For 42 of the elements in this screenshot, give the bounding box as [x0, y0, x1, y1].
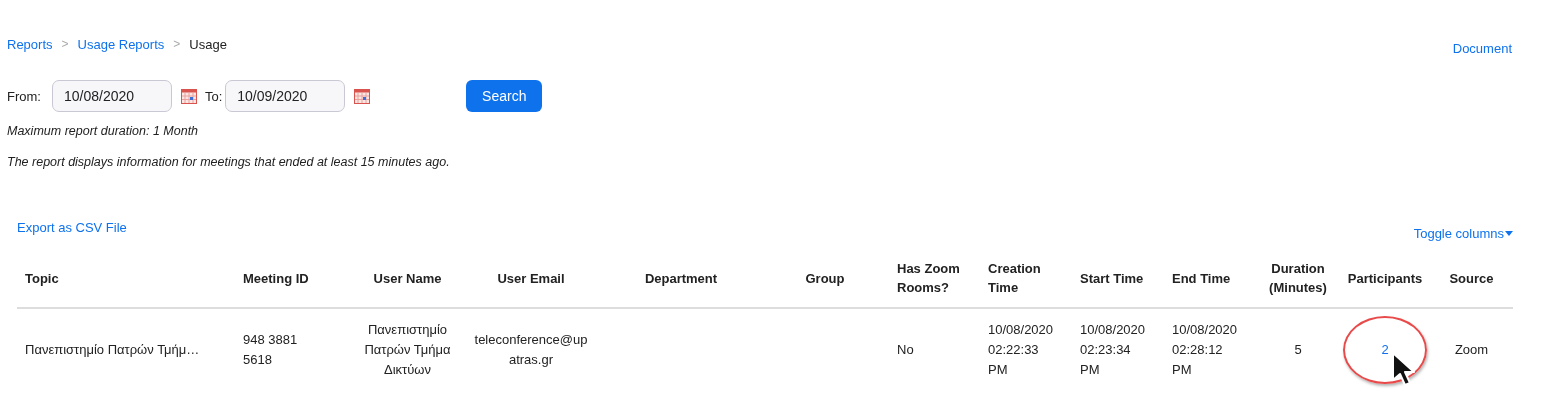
table-cell-text: No: [897, 341, 914, 359]
breadcrumb-link[interactable]: Usage Reports: [77, 36, 165, 52]
column-header: Start Time: [1080, 269, 1144, 288]
column-header: Duration (Minutes): [1269, 260, 1327, 297]
breadcrumb-separator: >: [173, 37, 181, 51]
column-header: Source: [1449, 269, 1494, 288]
column-header: Has Zoom Rooms?: [897, 260, 960, 297]
info-note: Maximum report duration: 1 Month: [7, 124, 200, 138]
column-header: Meeting ID: [243, 269, 309, 288]
calendar-icon[interactable]: [180, 88, 197, 104]
breadcrumb-separator: >: [61, 37, 69, 51]
table-cell-text: Πανεπιστημίο Πατρών Τμήμα Δικτύων: [364, 321, 451, 379]
table-cell-text: 948 3881 5618: [243, 331, 298, 369]
table-cell-text: 10/08/2020 02:22:33 PM: [988, 321, 1054, 379]
table-cell-text: 5: [1294, 341, 1302, 359]
from-label: From:: [7, 88, 41, 104]
breadcrumb-current: Usage: [189, 36, 227, 52]
column-header: User Name: [373, 269, 442, 288]
table-cell-text: Πανεπιστημίο Πατρών Τμήμ…: [25, 341, 200, 359]
calendar-icon[interactable]: [354, 88, 371, 104]
search-button[interactable]: Search: [466, 80, 543, 112]
column-header: Creation Time: [988, 260, 1041, 297]
column-header: End Time: [1172, 269, 1231, 288]
to-date-field[interactable]: 10/09/2020: [225, 80, 346, 112]
document-link[interactable]: Document: [1452, 40, 1512, 56]
participants-link[interactable]: 2: [1381, 342, 1389, 357]
column-header: Group: [805, 269, 845, 288]
caret-icon: [1505, 231, 1513, 236]
table-cell-text: 10/08/2020 02:28:12 PM: [1172, 321, 1238, 379]
from-date-field[interactable]: 10/08/2020: [51, 80, 172, 112]
table-cell-text: teleconference@up atras.gr: [474, 331, 588, 369]
toggle-columns-link[interactable]: Toggle columns: [1413, 226, 1513, 241]
export-csv-link[interactable]: Export as CSV File: [17, 220, 127, 235]
breadcrumb-link[interactable]: Reports: [7, 36, 53, 52]
info-note: The report displays information for meetings that ended at least 15 minutes ago.: [7, 155, 451, 169]
column-header: User Email: [497, 269, 565, 288]
table-cell-text: 10/08/2020 02:23:34 PM: [1080, 321, 1146, 379]
column-header: Department: [644, 269, 718, 288]
column-header: Topic: [25, 269, 59, 288]
column-header: Participants: [1347, 269, 1423, 288]
to-label: To:: [204, 88, 223, 104]
table-cell-text: Zoom: [1454, 341, 1489, 359]
